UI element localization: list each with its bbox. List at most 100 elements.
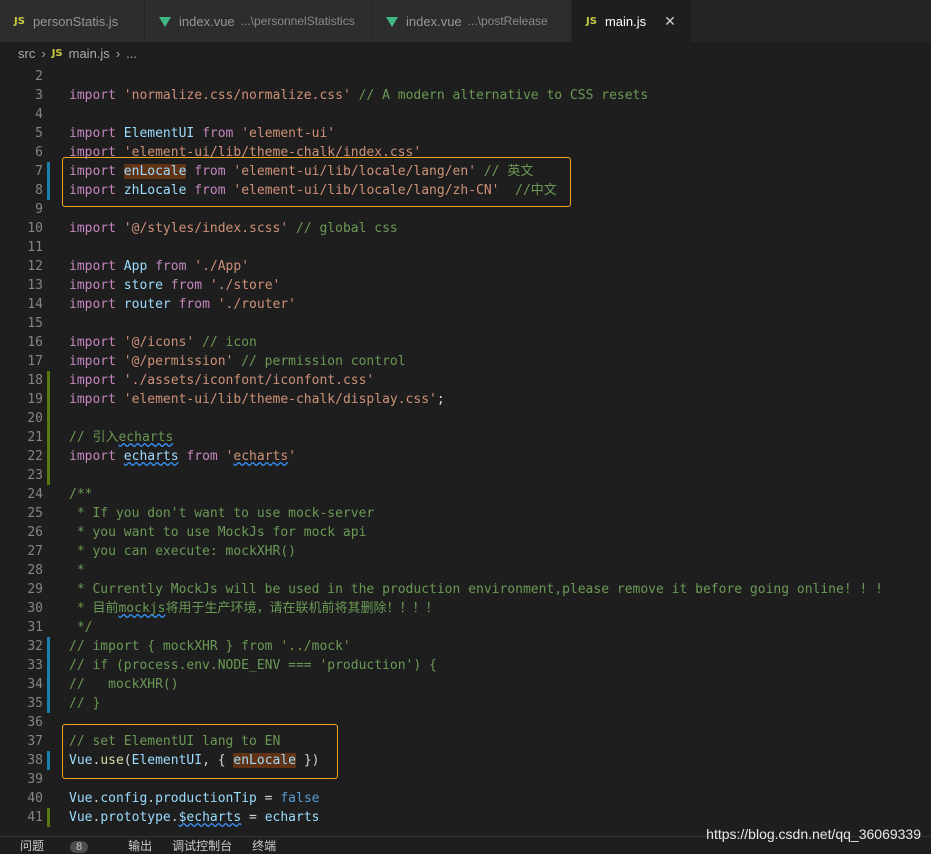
code-line[interactable]: 17 import '@/permission' // permission co… xyxy=(0,352,931,371)
code-line[interactable]: 36 xyxy=(0,713,931,732)
code-line[interactable]: 8 import zhLocale from 'element-ui/lib/lo… xyxy=(0,181,931,200)
tab-problems[interactable]: 问题 8 xyxy=(20,837,108,854)
code-line[interactable]: 27 * you can execute: mockXHR() xyxy=(0,542,931,561)
code-line[interactable]: 11 xyxy=(0,238,931,257)
code-text: // 引入echarts xyxy=(69,430,174,445)
line-number: 31 xyxy=(27,620,43,635)
tab-index-vue-2[interactable]: index.vue ...\postRelease xyxy=(372,0,572,42)
line-number: 27 xyxy=(27,544,43,559)
code-line[interactable]: 25 * If you don't want to use mock-serve… xyxy=(0,504,931,523)
watermark: https://blog.csdn.net/qq_36069339 xyxy=(706,826,921,842)
line-number: 41 xyxy=(27,810,43,825)
code-line[interactable]: 38 Vue.use(ElementUI, { enLocale }) xyxy=(0,751,931,770)
editor-tab-bar: JS personStatis.js index.vue ...\personnelS… xyxy=(0,0,931,42)
tab-path: ...\personnelStatistics xyxy=(240,14,355,28)
code-line[interactable]: 24 /** xyxy=(0,485,931,504)
code-editor[interactable]: 2 3 import 'normalize.css/normalize.css' /… xyxy=(0,66,931,836)
code-line[interactable]: 9 xyxy=(0,200,931,219)
breadcrumb-file[interactable]: main.js xyxy=(69,46,110,61)
code-line[interactable]: 2 xyxy=(0,67,931,86)
gutter-added-marker[interactable] xyxy=(47,409,50,428)
tab-personstatis-js-0[interactable]: JS personStatis.js xyxy=(0,0,145,42)
gutter-added-marker[interactable] xyxy=(47,428,50,447)
tab-terminal[interactable]: 终端 xyxy=(252,837,276,854)
code-text: import App from './App' xyxy=(69,259,250,274)
tab-debug-console[interactable]: 调试控制台 xyxy=(172,837,232,854)
code-line[interactable]: 41 Vue.prototype.$echarts = echarts xyxy=(0,808,931,827)
code-line[interactable]: 34 // mockXHR() xyxy=(0,675,931,694)
code-line[interactable]: 20 xyxy=(0,409,931,428)
close-icon[interactable]: ✕ xyxy=(664,13,676,30)
code-line[interactable]: 10 import '@/styles/index.scss' // global… xyxy=(0,219,931,238)
code-text: import zhLocale from 'element-ui/lib/loc… xyxy=(69,183,557,198)
breadcrumb-more[interactable]: ... xyxy=(126,46,137,61)
code-text: Vue.use(ElementUI, { enLocale }) xyxy=(69,753,320,768)
code-line[interactable]: 18 import './assets/iconfont/iconfont.css… xyxy=(0,371,931,390)
code-text: Vue.prototype.$echarts = echarts xyxy=(69,810,320,825)
code-line[interactable]: 14 import router from './router' xyxy=(0,295,931,314)
code-text: // mockXHR() xyxy=(69,677,179,692)
code-line[interactable]: 13 import store from './store' xyxy=(0,276,931,295)
code-line[interactable]: 26 * you want to use MockJs for mock api xyxy=(0,523,931,542)
gutter-modified-marker[interactable] xyxy=(47,637,50,656)
code-text: import enLocale from 'element-ui/lib/loc… xyxy=(69,164,534,179)
tab-main-js-3[interactable]: JS main.js ✕ xyxy=(572,0,692,42)
code-line[interactable]: 37 // set ElementUI lang to EN xyxy=(0,732,931,751)
code-line[interactable]: 15 xyxy=(0,314,931,333)
code-line[interactable]: 31 */ xyxy=(0,618,931,637)
code-text: * you can execute: mockXHR() xyxy=(69,544,296,559)
code-line[interactable]: 23 xyxy=(0,466,931,485)
code-line[interactable]: 33 // if (process.env.NODE_ENV === 'produ… xyxy=(0,656,931,675)
gutter-added-marker[interactable] xyxy=(47,390,50,409)
line-number: 32 xyxy=(27,639,43,654)
code-line[interactable]: 28 * xyxy=(0,561,931,580)
code-line[interactable]: 30 * 目前mockjs将用于生产环境，请在联机前将其删除！！！！ xyxy=(0,599,931,618)
gutter-modified-marker[interactable] xyxy=(47,162,50,181)
code-line[interactable]: 35 // } xyxy=(0,694,931,713)
line-number: 34 xyxy=(27,677,43,692)
line-number: 14 xyxy=(27,297,43,312)
code-line[interactable]: 29 * Currently MockJs will be used in th… xyxy=(0,580,931,599)
code-line[interactable]: 5 import ElementUI from 'element-ui' xyxy=(0,124,931,143)
tab-label: index.vue xyxy=(406,13,462,29)
code-text: import 'element-ui/lib/theme-chalk/index… xyxy=(69,145,422,160)
code-text: import '@/permission' // permission cont… xyxy=(69,354,406,369)
code-text: * xyxy=(69,563,85,578)
line-number: 15 xyxy=(27,316,43,331)
code-line[interactable]: 7 import enLocale from 'element-ui/lib/lo… xyxy=(0,162,931,181)
code-text: import ElementUI from 'element-ui' xyxy=(69,126,336,141)
tab-index-vue-1[interactable]: index.vue ...\personnelStatistics xyxy=(145,0,372,42)
code-line[interactable]: 39 xyxy=(0,770,931,789)
code-line[interactable]: 40 Vue.config.productionTip = false xyxy=(0,789,931,808)
code-line[interactable]: 3 import 'normalize.css/normalize.css' //… xyxy=(0,86,931,105)
code-text: * Currently MockJs will be used in the p… xyxy=(69,582,883,597)
gutter-added-marker[interactable] xyxy=(47,808,50,827)
code-line[interactable]: 12 import App from './App' xyxy=(0,257,931,276)
gutter-modified-marker[interactable] xyxy=(47,656,50,675)
gutter-modified-marker[interactable] xyxy=(47,694,50,713)
gutter-added-marker[interactable] xyxy=(47,371,50,390)
code-line[interactable]: 16 import '@/icons' // icon xyxy=(0,333,931,352)
code-line[interactable]: 19 import 'element-ui/lib/theme-chalk/dis… xyxy=(0,390,931,409)
line-number: 16 xyxy=(27,335,43,350)
code-text: */ xyxy=(69,620,93,635)
line-number: 37 xyxy=(27,734,43,749)
breadcrumb-folder[interactable]: src xyxy=(18,46,35,61)
vue-file-icon xyxy=(159,17,171,27)
gutter-modified-marker[interactable] xyxy=(47,181,50,200)
code-line[interactable]: 32 // import { mockXHR } from '../mock' xyxy=(0,637,931,656)
code-text: * you want to use MockJs for mock api xyxy=(69,525,367,540)
gutter-added-marker[interactable] xyxy=(47,447,50,466)
code-text: // import { mockXHR } from '../mock' xyxy=(69,639,351,654)
tab-label: index.vue xyxy=(179,13,235,29)
line-number: 40 xyxy=(27,791,43,806)
code-line[interactable]: 4 xyxy=(0,105,931,124)
line-number: 11 xyxy=(27,240,43,255)
tab-output[interactable]: 输出 xyxy=(128,837,152,854)
code-line[interactable]: 21 // 引入echarts xyxy=(0,428,931,447)
code-line[interactable]: 22 import echarts from 'echarts' xyxy=(0,447,931,466)
gutter-modified-marker[interactable] xyxy=(47,675,50,694)
code-line[interactable]: 6 import 'element-ui/lib/theme-chalk/inde… xyxy=(0,143,931,162)
gutter-modified-marker[interactable] xyxy=(47,751,50,770)
gutter-added-marker[interactable] xyxy=(47,466,50,485)
